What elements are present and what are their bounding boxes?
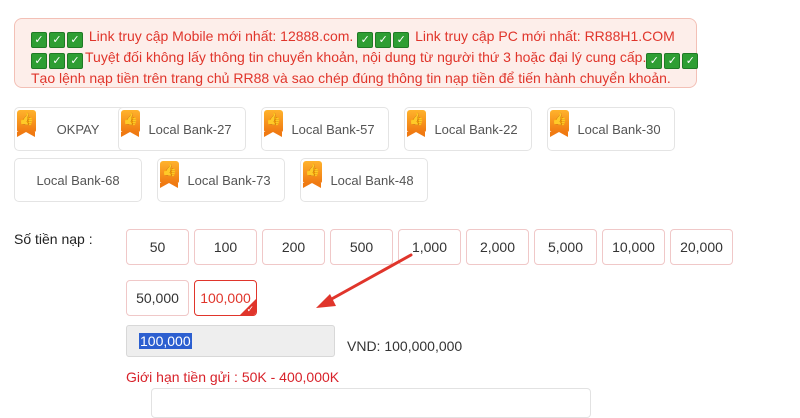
check-icon: ✓ (31, 32, 47, 48)
method-label: Local Bank-48 (330, 172, 414, 188)
method-local-bank-48[interactable]: 👍 Local Bank-48 (300, 158, 428, 202)
check-icon: ✓ (67, 53, 83, 69)
method-local-bank-22[interactable]: 👍 Local Bank-22 (404, 107, 532, 151)
amount-option-10000[interactable]: 10,000 (602, 229, 665, 265)
check-icon: ✓ (375, 32, 392, 48)
next-input-field[interactable] (151, 388, 591, 418)
check-icon: ✓ (31, 53, 47, 69)
method-label: Local Bank-68 (36, 172, 120, 188)
notice-banner: ✓ ✓ ✓ Link truy cập Mobile mới nhất: 12888… (14, 18, 699, 88)
notice-line-3: Tạo lệnh nạp tiền trên trang chủ RR88 và… (31, 69, 696, 87)
amount-option-50[interactable]: 50 (126, 229, 189, 265)
check-icon: ✓ (67, 32, 83, 48)
instruction-text: Tạo lệnh nạp tiền trên trang chủ RR88 và… (31, 70, 671, 86)
amount-option-50000[interactable]: 50,000 (126, 280, 189, 316)
amount-option-100[interactable]: 100 (194, 229, 257, 265)
method-label: Local Bank-22 (434, 121, 518, 137)
warning-text: Tuyệt đối không lấy thông tin chuyển kho… (85, 49, 647, 65)
amount-option-1000[interactable]: 1,000 (398, 229, 461, 265)
check-icon: ✓ (49, 53, 65, 69)
amount-option-200[interactable]: 200 (262, 229, 325, 265)
method-label: Local Bank-73 (187, 172, 271, 188)
pc-link-text: Link truy cập PC mới nhất: RR88H1.COM (415, 28, 675, 44)
check-icon: ✓ (49, 32, 65, 48)
amount-option-2000[interactable]: 2,000 (466, 229, 529, 265)
method-label: Local Bank-30 (577, 121, 661, 137)
amount-option-500[interactable]: 500 (330, 229, 393, 265)
amount-input[interactable]: 100,000 (126, 325, 335, 357)
method-local-bank-73[interactable]: 👍 Local Bank-73 (157, 158, 285, 202)
mobile-link-text: Link truy cập Mobile mới nhất: 12888.com… (88, 28, 354, 44)
method-local-bank-27[interactable]: 👍 Local Bank-27 (118, 107, 246, 151)
notice-line-2: ✓ ✓ ✓ Tuyệt đối không lấy thông tin chuyển … (31, 48, 699, 69)
notice-line-1: ✓ ✓ ✓ Link truy cập Mobile mới nhất: 12888… (31, 27, 696, 48)
method-label: Local Bank-27 (148, 121, 232, 137)
check-icon: ✓ (357, 32, 374, 48)
check-icon: ✓ (393, 32, 410, 48)
vnd-conversion-text: VND: 100,000,000 (347, 338, 463, 354)
method-label: Local Bank-57 (291, 121, 375, 137)
check-icon: ✓ (682, 53, 699, 69)
payment-methods: 👍 OKPAY 👍 Local Bank-27 👍 Local Bank-57 … (14, 107, 714, 207)
check-icon: ✓ (246, 305, 254, 315)
method-local-bank-30[interactable]: 👍 Local Bank-30 (547, 107, 675, 151)
amount-option-100000[interactable]: 100,000 ✓ (194, 280, 257, 316)
amount-input-value: 100,000 (139, 333, 192, 349)
amount-option-5000[interactable]: 5,000 (534, 229, 597, 265)
check-icon: ✓ (646, 53, 663, 69)
amount-option-20000[interactable]: 20,000 (670, 229, 733, 265)
deposit-limit-text: Giới hạn tiền gửi : 50K - 400,000K (126, 369, 340, 385)
method-local-bank-68[interactable]: Local Bank-68 (14, 158, 142, 202)
amount-label: Số tiền nạp : (14, 231, 93, 247)
method-local-bank-57[interactable]: 👍 Local Bank-57 (261, 107, 389, 151)
check-icon: ✓ (664, 53, 681, 69)
